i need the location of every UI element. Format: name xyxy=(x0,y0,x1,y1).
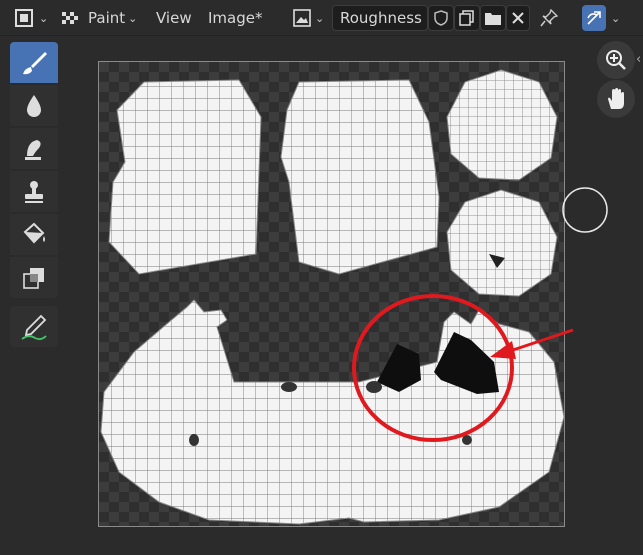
brush-cursor-circle xyxy=(562,187,608,233)
annotation-arrow-layer xyxy=(490,187,608,359)
sidebar-toggle-icon[interactable]: ‹ xyxy=(636,52,641,67)
annotation-arrow-head xyxy=(490,341,516,359)
pan-hand-icon[interactable] xyxy=(597,80,635,118)
zoom-icon[interactable] xyxy=(597,41,635,79)
annotation-arrow-line xyxy=(509,328,574,353)
